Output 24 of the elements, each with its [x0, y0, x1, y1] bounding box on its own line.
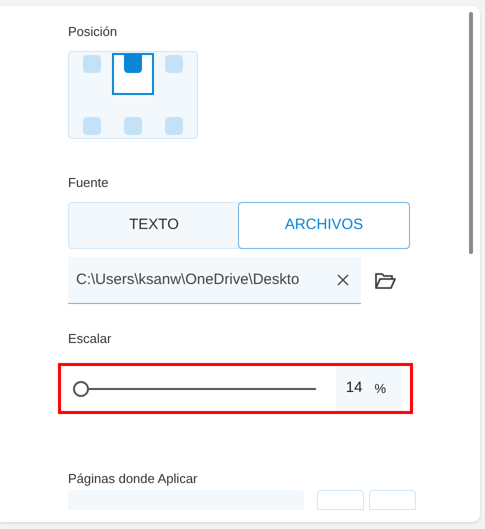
value-field[interactable]: 14 % [336, 366, 402, 411]
folder-icon[interactable] [375, 272, 396, 288]
path-field[interactable]: C:\Users\ksanw\OneDrive\Deskto [68, 257, 361, 304]
scale-value: 14 [346, 378, 362, 398]
section-label: Páginas donde Aplicar [68, 470, 198, 487]
scrollbar[interactable] [469, 12, 473, 254]
position-cell[interactable] [165, 117, 184, 135]
path-value: C:\Users\ksanw\OneDrive\Deskto [76, 270, 300, 290]
close-icon[interactable] [337, 274, 349, 286]
section-label: Posición [68, 23, 118, 40]
position-cell[interactable] [165, 55, 184, 73]
position-cell[interactable] [82, 55, 101, 73]
tab[interactable]: TEXTO [69, 203, 239, 248]
unit-label: % [374, 380, 386, 398]
slider-thumb[interactable] [73, 380, 89, 396]
page-option-button[interactable] [369, 490, 416, 510]
position-cell[interactable] [124, 117, 142, 135]
section-label: Fuente [68, 174, 110, 191]
section-label: Escalar [68, 330, 112, 347]
page-option-button[interactable] [317, 490, 364, 510]
position-cell[interactable] [82, 117, 101, 135]
tab[interactable]: ARCHIVOS [238, 202, 410, 249]
position-cell-selected[interactable] [112, 53, 154, 95]
slider[interactable] [73, 380, 316, 396]
